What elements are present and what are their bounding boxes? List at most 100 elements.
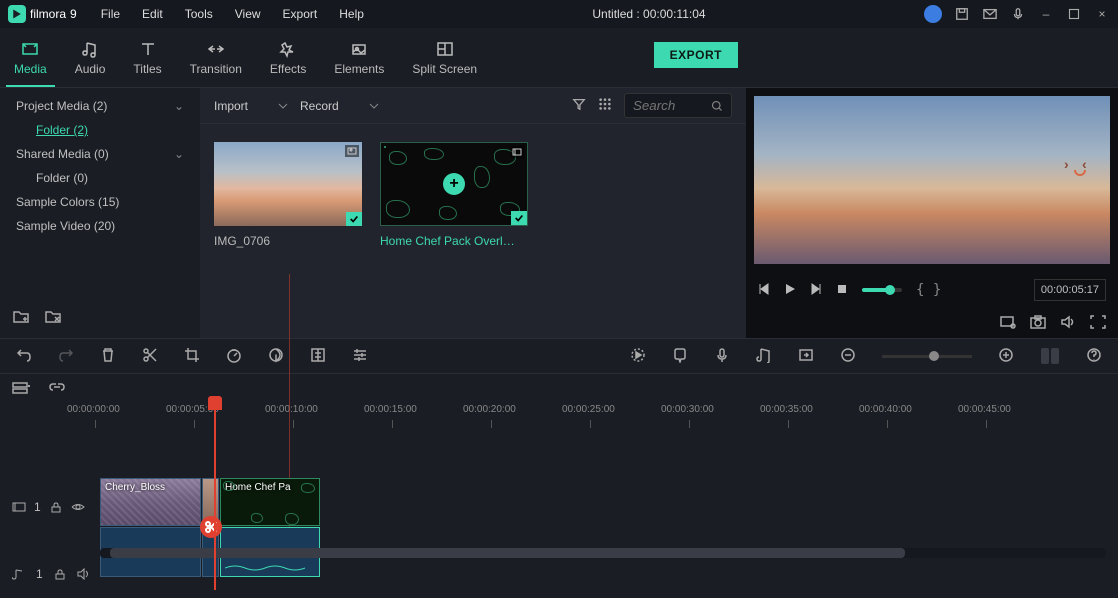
fullscreen-icon[interactable]	[1090, 315, 1106, 332]
menu-tools[interactable]: Tools	[175, 3, 223, 25]
save-icon[interactable]	[954, 6, 970, 22]
delete-folder-icon[interactable]	[44, 309, 62, 328]
search-input[interactable]	[633, 98, 703, 113]
prev-frame-button[interactable]	[758, 283, 770, 298]
volume-icon[interactable]	[1060, 315, 1076, 332]
media-tree-panel: Project Media (2)⌄ Folder (2) Shared Med…	[0, 88, 200, 338]
grid-view-icon[interactable]	[598, 97, 612, 114]
tree-folder-0[interactable]: Folder (0)	[0, 166, 200, 190]
export-button[interactable]: EXPORT	[654, 42, 738, 68]
lock-icon[interactable]	[53, 568, 67, 580]
tab-elements[interactable]: Elements	[320, 28, 398, 87]
export-frame-icon[interactable]	[798, 347, 814, 366]
tab-split-screen[interactable]: Split Screen	[398, 28, 491, 87]
audio-mixer-icon[interactable]	[756, 347, 772, 366]
chevron-down-icon: ⌄	[174, 99, 184, 113]
record-dropdown[interactable]: Record	[300, 99, 379, 113]
delete-icon[interactable]	[100, 347, 116, 366]
crop-icon[interactable]	[184, 347, 200, 366]
timeline: 00:00:00:00 00:00:05:00 00:00:10:00 00:0…	[0, 374, 1118, 586]
menu-view[interactable]: View	[225, 3, 271, 25]
media-type-icon	[345, 145, 359, 157]
tab-transition[interactable]: Transition	[176, 28, 256, 87]
menu-export[interactable]: Export	[273, 3, 328, 25]
snapshot-icon[interactable]	[1030, 315, 1046, 332]
tree-shared-media[interactable]: Shared Media (0)⌄	[0, 142, 200, 166]
split-icon[interactable]	[142, 347, 158, 366]
marker-icon[interactable]	[672, 347, 688, 366]
chevron-down-icon: ⌄	[174, 147, 184, 161]
zoom-in-icon[interactable]	[998, 347, 1014, 366]
mute-icon[interactable]	[77, 568, 91, 580]
voiceover-icon[interactable]	[714, 347, 730, 366]
chevron-down-icon	[369, 101, 379, 111]
close-icon[interactable]: ×	[1094, 6, 1110, 22]
tree-sample-colors[interactable]: Sample Colors (15)	[0, 190, 200, 214]
eye-icon[interactable]	[71, 501, 85, 513]
timeline-scrollbar[interactable]	[100, 548, 1106, 558]
tree-folder-2[interactable]: Folder (2)	[0, 118, 200, 142]
minimize-icon[interactable]: –	[1038, 6, 1054, 22]
media-thumbnail[interactable]: +	[380, 142, 528, 226]
filter-icon[interactable]	[572, 97, 586, 114]
undo-icon[interactable]	[16, 347, 32, 366]
speed-icon[interactable]	[226, 347, 242, 366]
tab-titles[interactable]: Titles	[119, 28, 175, 87]
link-icon[interactable]	[48, 381, 66, 398]
search-box[interactable]	[624, 93, 732, 118]
media-item-img0706[interactable]: IMG_0706	[214, 142, 362, 248]
adjust-icon[interactable]	[352, 347, 368, 366]
timeline-ruler[interactable]: 00:00:00:00 00:00:05:00 00:00:10:00 00:0…	[95, 404, 1118, 428]
stop-button[interactable]	[836, 283, 848, 298]
add-icon[interactable]: +	[443, 173, 465, 195]
clip-home-chef[interactable]: Home Chef Pa	[220, 478, 320, 526]
playback-controls: { } 00:00:05:17	[746, 272, 1118, 308]
import-dropdown[interactable]: Import	[214, 99, 288, 113]
video-track-lane[interactable]: Cherry_Bloss Home Chef Pa	[95, 478, 1118, 536]
logo-icon	[8, 5, 26, 23]
mic-icon[interactable]	[1010, 6, 1026, 22]
media-label: Home Chef Pack Overl…	[380, 234, 528, 248]
titlebar: filmora9 File Edit Tools View Export Hel…	[0, 0, 1118, 28]
volume-slider[interactable]	[862, 288, 902, 292]
color-icon[interactable]	[268, 347, 284, 366]
app-logo: filmora9	[8, 5, 77, 23]
tab-audio[interactable]: Audio	[61, 28, 120, 87]
check-icon	[511, 211, 527, 225]
render-icon[interactable]	[630, 347, 646, 366]
display-settings-icon[interactable]	[1000, 315, 1016, 332]
user-avatar[interactable]	[924, 5, 942, 23]
mark-in-out[interactable]: { }	[916, 282, 941, 298]
zoom-fit-icon[interactable]	[1040, 348, 1060, 364]
play-button[interactable]	[784, 283, 796, 298]
chevron-down-icon	[278, 101, 288, 111]
zoom-out-icon[interactable]	[840, 347, 856, 366]
media-thumbnail[interactable]	[214, 142, 362, 226]
preview-tools	[746, 308, 1118, 338]
media-label: IMG_0706	[214, 234, 362, 248]
green-screen-icon[interactable]	[310, 347, 326, 366]
tree-project-media[interactable]: Project Media (2)⌄	[0, 94, 200, 118]
clip-cherry-blossom[interactable]: Cherry_Bloss	[100, 478, 201, 526]
manage-tracks-icon[interactable]	[12, 381, 30, 398]
tree-sample-video[interactable]: Sample Video (20)	[0, 214, 200, 238]
mail-icon[interactable]	[982, 6, 998, 22]
scissor-icon[interactable]	[200, 516, 222, 538]
menu-file[interactable]: File	[91, 3, 130, 25]
redo-icon[interactable]	[58, 347, 74, 366]
zoom-slider[interactable]	[882, 355, 972, 358]
next-frame-button[interactable]	[810, 283, 822, 298]
new-folder-icon[interactable]	[12, 309, 30, 328]
lock-icon[interactable]	[49, 501, 63, 513]
main-area: Project Media (2)⌄ Folder (2) Shared Med…	[0, 88, 1118, 338]
maximize-icon[interactable]	[1066, 6, 1082, 22]
menu-edit[interactable]: Edit	[132, 3, 173, 25]
menu-help[interactable]: Help	[329, 3, 374, 25]
help-icon[interactable]	[1086, 347, 1102, 366]
playhead[interactable]	[208, 396, 222, 410]
preview-viewport[interactable]: ›‹	[754, 96, 1110, 264]
tab-effects[interactable]: Effects	[256, 28, 320, 87]
window-controls: – ×	[924, 5, 1110, 23]
media-item-overlay[interactable]: + Home Chef Pack Overl…	[380, 142, 528, 248]
tab-media[interactable]: Media	[0, 28, 61, 87]
